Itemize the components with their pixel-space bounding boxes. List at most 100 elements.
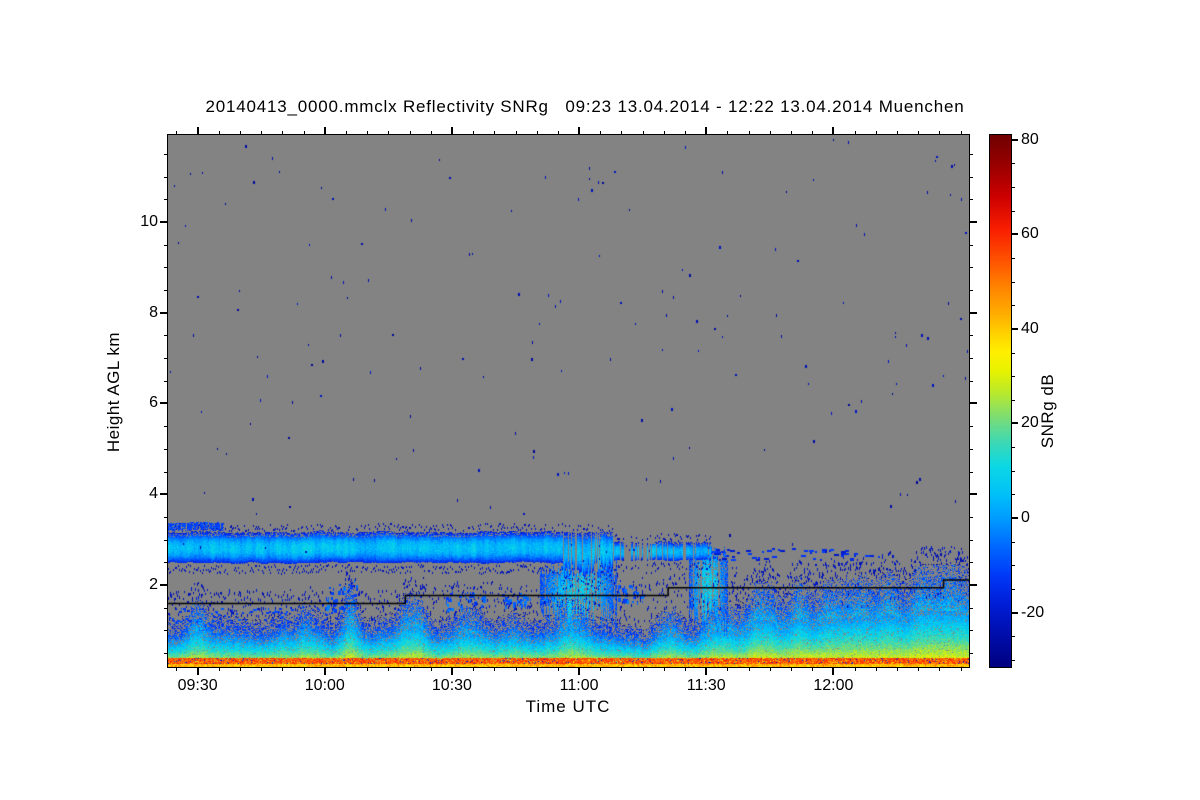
x-tick-minor	[367, 667, 369, 671]
x-tick-minor	[685, 131, 687, 135]
colorbar-tick-minor	[1011, 352, 1015, 354]
colorbar-tick-minor	[1011, 210, 1015, 212]
x-tick-minor	[218, 667, 220, 671]
x-tick-major	[323, 127, 326, 135]
y-tick-minor	[164, 290, 168, 292]
colorbar-tick-label: 60	[1021, 225, 1039, 243]
x-tick-minor	[812, 131, 814, 135]
y-tick-label: 2	[149, 575, 158, 593]
y-tick-minor	[969, 358, 973, 360]
x-tick-label: 10:30	[431, 677, 472, 694]
colorbar-tick-minor	[1011, 187, 1015, 189]
x-tick-label: 11:30	[686, 677, 726, 694]
x-tick-major	[832, 127, 835, 135]
x-tick-minor	[515, 667, 517, 671]
x-tick-minor	[854, 131, 856, 135]
y-tick-major	[969, 311, 977, 314]
y-tick-minor	[969, 154, 973, 156]
y-tick-minor	[164, 380, 168, 382]
x-tick-minor	[536, 131, 538, 135]
colorbar-tick-minor	[1011, 305, 1015, 307]
x-tick-minor	[388, 667, 390, 671]
y-tick-major	[969, 402, 977, 405]
x-tick-major	[705, 127, 708, 135]
colorbar-tick-label: 40	[1021, 319, 1039, 337]
x-tick-major	[832, 667, 835, 675]
colorbar-tick-minor	[1011, 447, 1015, 449]
y-tick-minor	[164, 426, 168, 428]
x-tick-minor	[939, 131, 941, 135]
x-tick-minor	[791, 131, 792, 135]
colorbar	[989, 134, 1012, 668]
x-tick-minor	[812, 667, 814, 671]
x-tick-minor	[303, 131, 305, 135]
y-tick-minor	[164, 562, 168, 564]
x-tick-label: 11:00	[559, 677, 599, 694]
x-tick-minor	[685, 667, 687, 671]
x-tick-minor	[261, 131, 263, 135]
x-tick-minor	[896, 667, 898, 671]
plot-area	[167, 134, 970, 668]
colorbar-tick-minor	[1011, 470, 1015, 472]
y-tick-minor	[969, 448, 973, 450]
x-tick-label: 09:30	[177, 677, 218, 694]
colorbar-tick-minor	[1011, 541, 1015, 543]
colorbar-tick-major	[1011, 422, 1018, 425]
x-tick-minor	[663, 131, 665, 135]
colorbar-tick-minor	[1011, 257, 1015, 259]
colorbar-tick-major	[1011, 138, 1018, 141]
x-tick-minor	[557, 131, 559, 135]
colorbar-tick-label: -20	[1021, 603, 1045, 621]
x-tick-minor	[240, 131, 242, 135]
chart-title: 20140413_0000.mmclx Reflectivity SNRg 09…	[205, 97, 965, 116]
x-tick-minor	[642, 131, 644, 135]
x-tick-minor	[176, 131, 178, 135]
y-axis-title: Height AGL km	[104, 331, 123, 453]
y-tick-major	[160, 402, 168, 405]
x-tick-minor	[473, 667, 475, 671]
y-tick-major	[160, 493, 168, 496]
colorbar-tick-major	[1011, 611, 1018, 614]
x-tick-minor	[769, 131, 771, 135]
x-tick-major	[450, 667, 453, 675]
y-tick-minor	[164, 199, 168, 201]
y-tick-minor	[969, 426, 973, 428]
y-tick-major	[969, 221, 977, 224]
y-tick-minor	[969, 335, 973, 337]
y-tick-minor	[969, 290, 973, 292]
x-tick-minor	[536, 667, 538, 671]
colorbar-tick-minor	[1011, 659, 1015, 661]
y-tick-major	[969, 583, 977, 586]
x-tick-minor	[960, 667, 962, 671]
x-tick-minor	[875, 131, 877, 135]
colorbar-tick-minor	[1011, 588, 1015, 590]
x-tick-minor	[621, 131, 623, 135]
y-tick-major	[969, 493, 977, 496]
x-tick-minor	[600, 131, 602, 135]
x-tick-minor	[875, 667, 877, 671]
x-tick-minor	[791, 667, 792, 671]
x-tick-label: 12:00	[813, 677, 854, 694]
y-tick-minor	[164, 448, 168, 450]
x-tick-minor	[218, 131, 220, 135]
x-tick-major	[578, 667, 581, 675]
x-tick-minor	[918, 667, 920, 671]
colorbar-tick-minor	[1011, 163, 1015, 165]
colorbar-tick-minor	[1011, 281, 1015, 283]
y-tick-minor	[969, 380, 973, 382]
y-tick-minor	[969, 267, 973, 269]
x-tick-minor	[388, 131, 390, 135]
x-tick-minor	[663, 667, 665, 671]
y-tick-minor	[164, 630, 168, 632]
y-tick-major	[160, 221, 168, 224]
colorbar-tick-label: 20	[1021, 414, 1039, 432]
x-tick-minor	[409, 667, 411, 671]
y-tick-label: 10	[140, 213, 158, 231]
y-tick-minor	[969, 630, 973, 632]
y-tick-minor	[164, 471, 168, 473]
y-tick-minor	[164, 335, 168, 337]
y-tick-minor	[164, 267, 168, 269]
colorbar-tick-minor	[1011, 636, 1015, 638]
y-tick-minor	[164, 176, 168, 178]
colorbar-tick-minor	[1011, 376, 1015, 378]
